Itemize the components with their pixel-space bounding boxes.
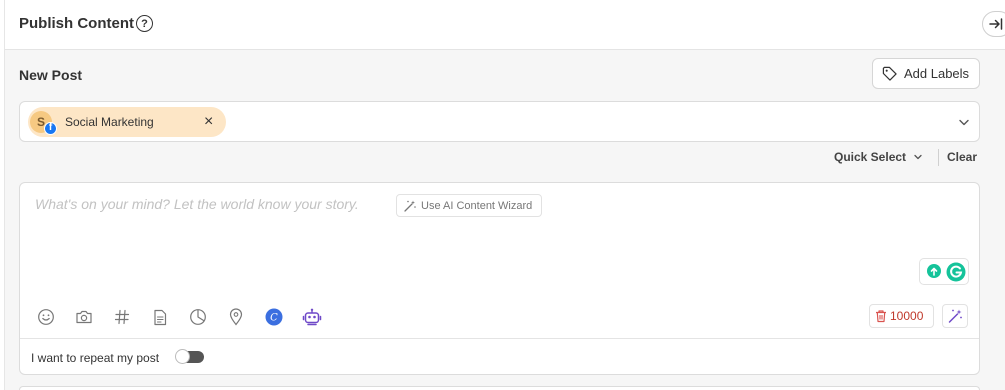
- ai-wizard-label: Use AI Content Wizard: [421, 199, 533, 212]
- magic-rewrite-button[interactable]: [942, 304, 968, 328]
- location-pin-icon[interactable]: [225, 306, 247, 328]
- grammarly-icon: [946, 262, 966, 282]
- editor-toolbar: C: [35, 305, 323, 329]
- new-post-title: New Post: [19, 67, 83, 83]
- remove-account-icon[interactable]: ×: [204, 113, 213, 131]
- page-title: Publish Content: [19, 15, 134, 32]
- chevron-down-icon: [914, 154, 922, 160]
- publish-content-panel: Publish Content ? New Post Add Labels S …: [4, 0, 1005, 390]
- tag-icon: [882, 66, 897, 81]
- lightbulb-icon: [927, 264, 941, 278]
- document-icon[interactable]: [149, 306, 171, 328]
- trash-icon[interactable]: [874, 309, 888, 323]
- add-labels-label: Add Labels: [904, 66, 970, 81]
- camera-icon[interactable]: [73, 306, 95, 328]
- quick-select-dropdown[interactable]: Quick Select: [834, 150, 923, 164]
- magic-wand-icon: [948, 309, 962, 323]
- magic-wand-icon: [404, 200, 416, 212]
- divider: [938, 149, 939, 166]
- canva-icon[interactable]: C: [263, 306, 285, 328]
- robot-icon[interactable]: [301, 306, 323, 328]
- repeat-post-row: I want to repeat my post: [20, 338, 979, 374]
- ai-content-wizard-button[interactable]: Use AI Content Wizard: [396, 194, 542, 217]
- clear-button[interactable]: Clear: [947, 150, 977, 164]
- post-editor: What's on your mind? Let the world know …: [19, 182, 980, 375]
- toggle-knob: [175, 349, 190, 364]
- repeat-post-label: I want to repeat my post: [31, 351, 160, 365]
- account-chip[interactable]: S f Social Marketing ×: [28, 107, 226, 137]
- hashtag-icon[interactable]: [111, 306, 133, 328]
- account-selector[interactable]: S f Social Marketing ×: [19, 101, 980, 142]
- help-icon[interactable]: ?: [136, 15, 153, 32]
- character-counter: 10000: [869, 304, 934, 328]
- facebook-icon: f: [44, 122, 57, 135]
- panel-header: Publish Content ?: [5, 0, 1005, 50]
- next-section-edge: [19, 386, 980, 390]
- grammarly-widget[interactable]: [919, 258, 969, 285]
- post-text-input[interactable]: What's on your mind? Let the world know …: [35, 196, 359, 212]
- quick-select-label: Quick Select: [834, 150, 907, 164]
- arrow-right-to-line-icon: [989, 18, 1003, 30]
- canva-letter: C: [270, 313, 278, 324]
- account-chip-label: Social Marketing: [65, 115, 154, 129]
- character-count-value: 10000: [890, 309, 924, 323]
- chevron-down-icon[interactable]: [958, 116, 970, 128]
- emoji-icon[interactable]: [35, 306, 57, 328]
- pie-chart-icon[interactable]: [187, 306, 209, 328]
- collapse-panel-button[interactable]: [982, 11, 1005, 37]
- add-labels-button[interactable]: Add Labels: [872, 58, 980, 89]
- repeat-post-toggle[interactable]: [175, 349, 204, 364]
